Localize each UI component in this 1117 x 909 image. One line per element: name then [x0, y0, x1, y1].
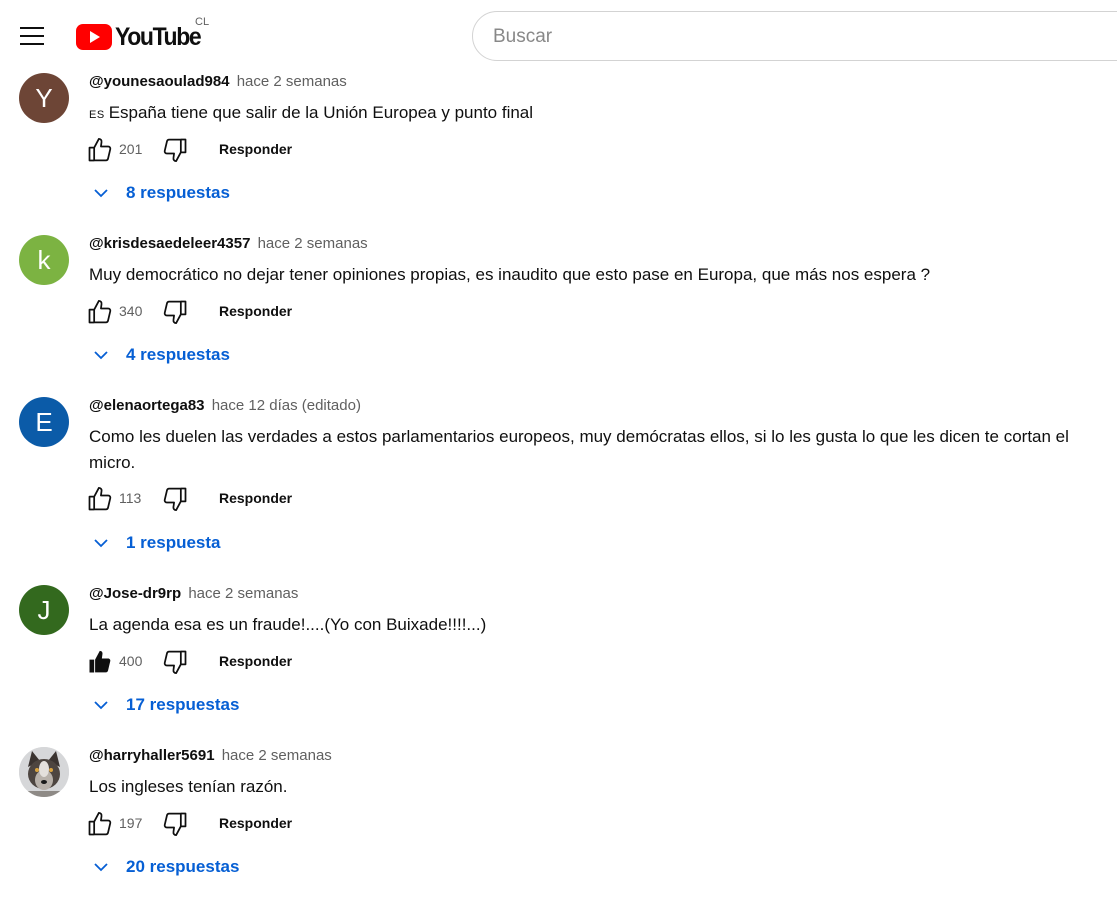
avatar[interactable]: J [19, 585, 69, 635]
reply-button[interactable]: Responder [219, 303, 292, 319]
replies-count: 1 respuesta [126, 533, 221, 552]
chevron-down-icon [94, 539, 108, 548]
comment-time[interactable]: hace 12 días (editado) [212, 397, 361, 414]
replies-count: 8 respuestas [126, 183, 230, 202]
author-name[interactable]: @elenaortega83 [89, 397, 205, 414]
search-input[interactable] [493, 24, 1093, 50]
thumbs-up-icon [88, 138, 112, 162]
dislike-button[interactable] [161, 136, 189, 164]
replies-count: 20 respuestas [126, 857, 240, 876]
replies-count: 4 respuestas [126, 345, 230, 364]
comment-actions: 113 Responder [86, 485, 326, 513]
avatar[interactable]: k [19, 235, 69, 285]
comment-header: @harryhaller5691 hace 2 semanas [89, 747, 332, 764]
youtube-play-icon [76, 24, 112, 50]
like-button[interactable] [86, 136, 114, 164]
logo-wordmark: YouTube [115, 22, 202, 51]
comment-time[interactable]: hace 2 semanas [222, 747, 332, 764]
dislike-button[interactable] [161, 485, 189, 513]
author-name[interactable]: @younesaoulad984 [89, 73, 230, 90]
comment-actions: 201 Responder [86, 136, 326, 164]
comment-text: Muy democrático no dejar tener opiniones… [89, 262, 1107, 288]
masthead: YouTube CL [0, 0, 1117, 70]
avatar-photo[interactable] [19, 747, 69, 797]
dislike-button[interactable] [161, 810, 189, 838]
like-button[interactable] [86, 298, 114, 326]
chevron-down-icon [94, 863, 108, 872]
thumbs-down-icon [163, 650, 187, 674]
view-replies-button[interactable]: 8 respuestas [92, 180, 230, 206]
comment-header: @krisdesaedeleer4357 hace 2 semanas [89, 235, 368, 252]
like-button[interactable] [86, 810, 114, 838]
chevron-down-icon [94, 189, 108, 198]
replies-count: 17 respuestas [126, 695, 240, 714]
comment-actions: 340 Responder [86, 298, 326, 326]
comment-time[interactable]: hace 2 semanas [237, 73, 347, 90]
thumbs-down-icon [163, 812, 187, 836]
thumbs-down-icon [163, 138, 187, 162]
reply-button[interactable]: Responder [219, 141, 292, 157]
youtube-logo[interactable]: YouTube [76, 22, 208, 52]
view-replies-button[interactable]: 17 respuestas [92, 692, 239, 718]
comment-time[interactable]: hace 2 semanas [188, 585, 298, 602]
comment-text: Como les duelen las verdades a estos par… [89, 424, 1107, 476]
comment-header: @Jose-dr9rp hace 2 semanas [89, 585, 298, 602]
comment-text: La agenda esa es un fraude!....(Yo con B… [89, 612, 1107, 638]
reply-button[interactable]: Responder [219, 490, 292, 506]
comment-text: Los ingleses tenían razón. [89, 774, 1107, 800]
thumbs-up-icon [88, 812, 112, 836]
avatar-letter: Y [35, 82, 53, 113]
chevron-down-icon [94, 701, 108, 710]
comment-body: Como les duelen las verdades a estos par… [89, 427, 1069, 472]
menu-icon[interactable] [14, 20, 50, 52]
comment-header: @elenaortega83 hace 12 días (editado) [89, 397, 361, 414]
dislike-button[interactable] [161, 648, 189, 676]
thumbs-down-icon [163, 487, 187, 511]
author-name[interactable]: @Jose-dr9rp [89, 585, 181, 602]
comment-actions: 400 Responder [86, 648, 326, 676]
comment-actions: 197 Responder [86, 810, 326, 838]
comment-body: Muy democrático no dejar tener opiniones… [89, 265, 931, 284]
comment-body: La agenda esa es un fraude!....(Yo con B… [89, 615, 487, 634]
avatar-letter: E [35, 406, 53, 437]
avatar-letter: J [37, 594, 51, 625]
like-count: 340 [119, 303, 143, 319]
like-button[interactable] [86, 485, 114, 513]
like-count: 400 [119, 653, 143, 669]
view-replies-button[interactable]: 4 respuestas [92, 342, 230, 368]
country-code: CL [195, 16, 210, 28]
avatar[interactable]: Y [19, 73, 69, 123]
thumbs-up-icon [88, 487, 112, 511]
view-replies-button[interactable]: 1 respuesta [92, 530, 221, 556]
search-box[interactable] [472, 11, 1117, 61]
reply-button[interactable]: Responder [219, 653, 292, 669]
thumbs-down-icon [163, 300, 187, 324]
dislike-button[interactable] [161, 298, 189, 326]
comment-body: Los ingleses tenían razón. [89, 777, 288, 796]
wolf-avatar-icon [19, 747, 69, 797]
like-button-active[interactable] [86, 648, 114, 676]
thumbs-up-filled-icon [89, 650, 111, 673]
like-count: 201 [119, 141, 143, 157]
thumbs-up-icon [88, 300, 112, 324]
chevron-down-icon [94, 351, 108, 360]
comment-body: España tiene que salir de la Unión Europ… [108, 103, 534, 122]
author-name[interactable]: @krisdesaedeleer4357 [89, 235, 250, 252]
comment-header: @younesaoulad984 hace 2 semanas [89, 73, 347, 90]
author-name[interactable]: @harryhaller5691 [89, 747, 215, 764]
like-count: 197 [119, 815, 143, 831]
language-tag: ES [89, 109, 105, 121]
avatar-letter: k [37, 244, 51, 275]
like-count: 113 [119, 490, 142, 506]
comment-time[interactable]: hace 2 semanas [258, 235, 368, 252]
view-replies-button[interactable]: 20 respuestas [92, 854, 239, 880]
comment-text: ES España tiene que salir de la Unión Eur… [89, 100, 1107, 128]
reply-button[interactable]: Responder [219, 815, 292, 831]
avatar[interactable]: E [19, 397, 69, 447]
